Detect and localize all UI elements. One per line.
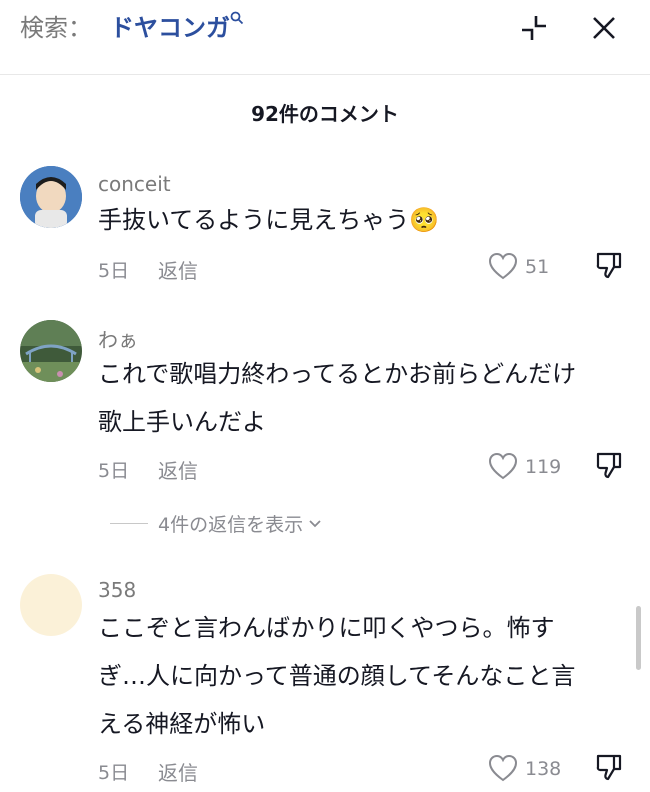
- comment-username[interactable]: わぁ: [98, 324, 138, 353]
- like-count: 51: [525, 256, 550, 278]
- collapse-icon: [522, 16, 546, 40]
- comment-line: これで歌唱力終わってるとかお前らどんだけ: [98, 360, 577, 388]
- search-header: 検索： ドヤコンガ: [0, 0, 650, 75]
- comment-date: 5日: [98, 460, 130, 482]
- search-query[interactable]: ドヤコンガ: [110, 8, 230, 43]
- comment-line: ぎ…人に向かって普通の顔してそんなこと言: [98, 662, 576, 690]
- thumbs-down-icon[interactable]: [594, 752, 624, 782]
- thumbs-down-icon[interactable]: [594, 250, 624, 280]
- avatar[interactable]: [20, 574, 82, 636]
- comment-username[interactable]: 358: [98, 578, 136, 602]
- comment-count: 92件のコメント: [251, 102, 399, 126]
- divider: [110, 523, 148, 524]
- avatar[interactable]: [20, 166, 82, 228]
- collapse-button[interactable]: [518, 12, 550, 44]
- chevron-down-icon: [309, 519, 321, 527]
- thumbs-down-icon[interactable]: [594, 450, 624, 480]
- close-icon: [593, 17, 615, 39]
- close-button[interactable]: [588, 12, 620, 44]
- reply-button[interactable]: 返信: [158, 455, 198, 484]
- like-count: 138: [525, 758, 562, 780]
- search-icon: [230, 10, 244, 29]
- heart-icon[interactable]: [488, 754, 518, 782]
- heart-icon[interactable]: [488, 252, 518, 280]
- reply-button[interactable]: 返信: [158, 255, 198, 284]
- comment-body: ここぞと言わんばかりに叩くやつら。怖す ぎ…人に向かって普通の顔してそんなこと言…: [98, 604, 618, 748]
- comment-line: 歌上手いんだよ: [98, 408, 266, 436]
- search-prefix: 検索：: [20, 14, 92, 42]
- reply-button[interactable]: 返信: [158, 757, 198, 786]
- comment-body: これで歌唱力終わってるとかお前らどんだけ 歌上手いんだよ: [98, 350, 618, 446]
- scrollbar[interactable]: [636, 606, 641, 670]
- like-count: 119: [525, 456, 562, 478]
- comment-line: 手抜いてるように見えちゃう🥺: [98, 206, 440, 234]
- view-replies-label: 4件の返信を表示: [158, 514, 304, 536]
- heart-icon[interactable]: [488, 452, 518, 480]
- comment-line: える神経が怖い: [98, 710, 266, 738]
- view-replies-button[interactable]: 4件の返信を表示: [110, 510, 323, 537]
- comment-username[interactable]: conceit: [98, 172, 171, 196]
- comment-line: ここぞと言わんばかりに叩くやつら。怖す: [98, 614, 555, 642]
- avatar[interactable]: [20, 320, 82, 382]
- comment-date: 5日: [98, 260, 130, 282]
- comment-body: 手抜いてるように見えちゃう🥺: [98, 196, 618, 244]
- comment-date: 5日: [98, 762, 130, 784]
